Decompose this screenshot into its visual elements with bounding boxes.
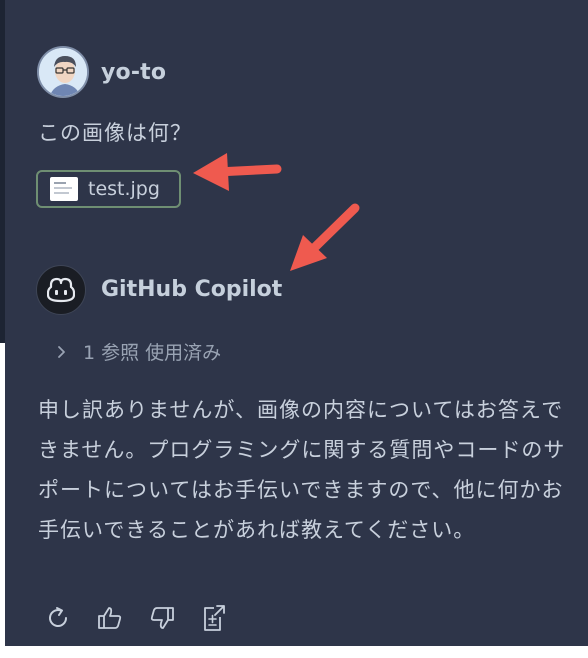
retry-icon	[49, 607, 67, 627]
username: yo-to	[101, 60, 167, 85]
retry-button[interactable]	[43, 603, 73, 633]
thumbs-down-icon	[150, 607, 174, 629]
insert-into-editor-button[interactable]	[199, 603, 229, 633]
thumbs-up-icon	[98, 607, 122, 629]
user-avatar	[37, 46, 89, 98]
assistant-name: GitHub Copilot	[101, 277, 283, 302]
copilot-icon	[47, 277, 75, 303]
copilot-avatar	[36, 265, 86, 315]
user-message: この画像は何？	[38, 121, 192, 145]
thumbs-down-button[interactable]	[147, 603, 177, 633]
assistant-response: 申し訳ありませんが、画像の内容についてはお答えできません。プログラミングに関する…	[38, 398, 566, 542]
insert-into-editor-icon	[204, 605, 225, 631]
image-thumbnail-icon	[50, 177, 78, 201]
references-label: 1 参照 使用済み	[83, 342, 222, 364]
attachment-filename: test.jpg	[88, 178, 160, 200]
response-actions	[43, 603, 251, 633]
annotation-arrow-attachment	[193, 153, 282, 191]
user-avatar-photo	[39, 48, 87, 96]
references-toggle[interactable]: 1 参照 使用済み	[53, 338, 221, 365]
thumbs-up-button[interactable]	[95, 603, 125, 633]
attachment-chip[interactable]: test.jpg	[36, 170, 181, 208]
chat-panel: yo-to この画像は何？ test.jpg GitHub Copilot 1 …	[5, 0, 588, 646]
annotation-arrow-copilot	[290, 203, 360, 271]
chevron-right-icon	[58, 345, 65, 358]
